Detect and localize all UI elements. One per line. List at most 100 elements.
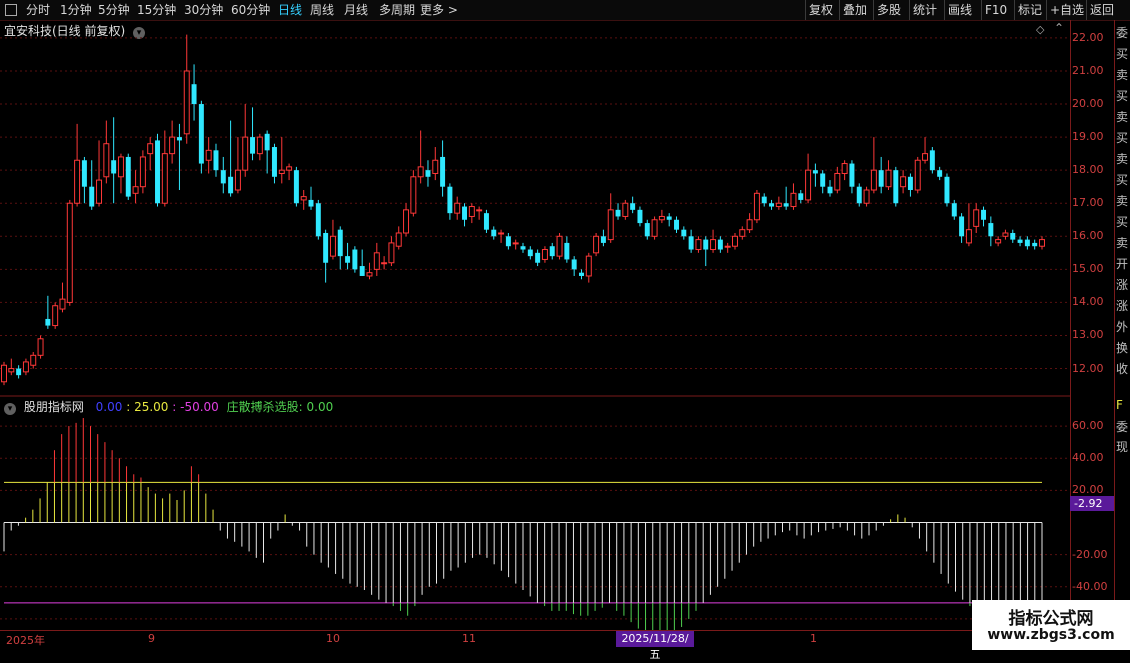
candle-body-down [988, 223, 994, 237]
candle-body-down [615, 209, 621, 217]
candle-body-up [658, 215, 665, 221]
toolbar-action-3[interactable]: 统计 [913, 2, 937, 18]
quote-panel-char: 卖 [1116, 68, 1129, 82]
period-tab-10[interactable]: 更多 > [420, 2, 458, 18]
candle-body-down [337, 229, 343, 257]
candle-body-up [841, 163, 848, 174]
quote-panel-char: 买 [1116, 173, 1129, 187]
candle-body-up [395, 232, 402, 247]
candle-body-down [637, 209, 643, 224]
time-tick-label: 2025年 [6, 634, 45, 647]
quote-panel-char: 买 [1116, 131, 1129, 145]
candle-body-up [183, 70, 190, 135]
quote-panel-char: 开 [1116, 257, 1129, 271]
candle-body-up [922, 153, 929, 161]
selected-date-badge: 2025/11/28/五 [616, 631, 694, 661]
candle-body-up [870, 169, 877, 191]
candle-body-up [914, 159, 921, 191]
time-tick-label: 1 [810, 632, 817, 645]
candle-body-up [373, 252, 380, 270]
candle-body-up [724, 245, 731, 248]
candle-body-down [220, 170, 226, 184]
candle-body-up [468, 206, 475, 217]
indicator-tick-label: -20.00 [1072, 547, 1108, 561]
candle-body-up [417, 166, 424, 178]
toolbar-action-4[interactable]: 画线 [948, 2, 972, 18]
panel-toggle-icon[interactable] [5, 4, 17, 16]
period-tab-1[interactable]: 1分钟 [60, 2, 92, 18]
toolbar-separator [944, 0, 945, 20]
quote-panel-char: 买 [1116, 89, 1129, 103]
price-tick-label: 16.00 [1072, 229, 1104, 243]
price-tick-label: 22.00 [1072, 30, 1104, 44]
candle-body-up [117, 156, 124, 178]
indicator-chart[interactable] [0, 398, 1070, 630]
toolbar-action-0[interactable]: 复权 [809, 2, 833, 18]
indicator-tick-label: -40.00 [1072, 579, 1108, 593]
period-tab-8[interactable]: 月线 [344, 2, 368, 18]
price-tick-label: 15.00 [1072, 262, 1104, 276]
candle-body-down [345, 256, 351, 263]
quote-panel-char: 收 [1116, 362, 1129, 376]
candle-body-down [981, 209, 987, 220]
price-tick-label: 14.00 [1072, 295, 1104, 309]
time-tick-label: 10 [326, 632, 340, 645]
toolbar-action-7[interactable]: +自选 [1050, 2, 1084, 18]
candle-body-up [256, 136, 263, 155]
period-tab-3[interactable]: 15分钟 [137, 2, 176, 18]
candle-body-up [300, 196, 307, 201]
toolbar-action-5[interactable]: F10 [985, 2, 1007, 18]
quote-panel-char: 卖 [1116, 110, 1129, 124]
candle-body-up [8, 368, 15, 373]
toolbar-action-6[interactable]: 标记 [1018, 2, 1042, 18]
candle-body-down [176, 137, 182, 141]
period-tab-4[interactable]: 30分钟 [184, 2, 223, 18]
toolbar-action-8[interactable]: 返回 [1090, 2, 1114, 18]
candle-body-down [198, 104, 204, 164]
candle-body-down [359, 266, 365, 276]
period-tab-6[interactable]: 日线 [278, 2, 302, 18]
candle-body-down [688, 236, 694, 250]
candle-body-down [944, 176, 950, 204]
candle-body-down [893, 170, 899, 204]
candlestick-chart[interactable] [0, 20, 1070, 397]
candle-body-up [695, 239, 702, 251]
period-tab-9[interactable]: 多周期 [379, 2, 415, 18]
indicator-panel-char: 现 [1116, 440, 1129, 454]
candle-body-down [630, 203, 636, 210]
period-tab-2[interactable]: 5分钟 [98, 2, 130, 18]
candle-body-down [483, 213, 489, 230]
candle-body-down [191, 84, 197, 105]
quote-panel-char: 卖 [1116, 236, 1129, 250]
candle-body-up [403, 209, 410, 234]
toolbar-action-1[interactable]: 叠加 [843, 2, 867, 18]
candle-body-down [45, 318, 51, 326]
candle-body-down [505, 236, 511, 247]
candle-body-up [242, 136, 249, 171]
candle-body-down [462, 206, 468, 220]
candle-body-down [1017, 239, 1023, 243]
toolbar-action-2[interactable]: 多股 [877, 2, 901, 18]
toolbar-separator [981, 0, 982, 20]
toolbar: 分时 1分钟 5分钟 15分钟 30分钟 60分钟 日线 周线 月线 多周期 更多 > 复权 叠加 多股统… [0, 0, 1130, 21]
toolbar-separator [1014, 0, 1015, 20]
candle-body-down [520, 246, 526, 250]
candle-body-up [512, 242, 519, 245]
candle-body-down [681, 229, 687, 237]
candle-body-up [753, 192, 760, 221]
period-tab-0[interactable]: 分时 [26, 2, 50, 18]
candle-body-down [323, 232, 329, 263]
quote-panel-char: 涨 [1116, 299, 1129, 313]
candle-body-up [1002, 232, 1009, 237]
period-tab-5[interactable]: 60分钟 [231, 2, 270, 18]
candle-body-down [111, 160, 117, 174]
price-tick-label: 21.00 [1072, 63, 1104, 77]
candle-body-down [564, 242, 570, 260]
indicator-current-value: -2.92 [1070, 496, 1114, 511]
candle-body-up [103, 143, 110, 178]
period-tab-7[interactable]: 周线 [310, 2, 334, 18]
candle-body-down [549, 246, 555, 257]
watermark-title: 指标公式网 [1008, 609, 1094, 629]
candle-body-down [827, 186, 833, 194]
candle-body-up [30, 354, 37, 366]
